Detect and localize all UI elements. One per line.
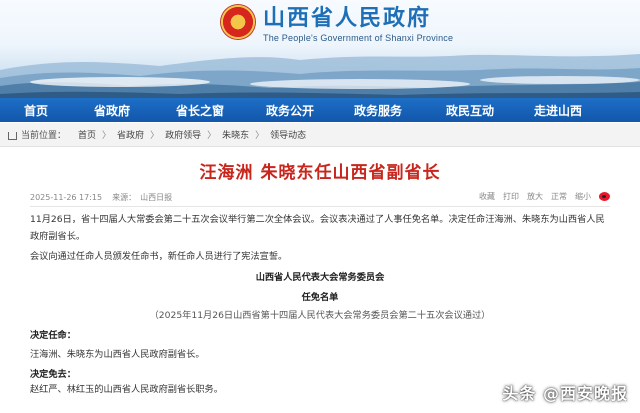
breadcrumb: 当前位置： 首页 〉 省政府 〉 政府领导 〉 朱晓东 〉 领导动态	[0, 123, 640, 147]
article-title: 汪海洲 朱晓东任山西省副省长	[199, 163, 441, 183]
print-button[interactable]: 打印	[503, 191, 519, 202]
list-heading: 任免名单	[301, 292, 339, 303]
site-title: 山西省人民政府	[263, 5, 432, 31]
zoom-in-button[interactable]: 放大	[527, 191, 543, 202]
nav-item-home[interactable]: 首页	[24, 102, 48, 119]
article-paragraph-1: 11月26日，省十四届人大常委会第二十五次会议举行第二次全体会议。会议表决通过了…	[30, 214, 605, 242]
article-meta: 2025-11-26 17:15 来源： 山西日报 收藏 打印 放大 正常 缩小	[30, 189, 610, 205]
breadcrumb-person[interactable]: 朱晓东	[222, 128, 249, 141]
chevron-right-icon: 〉	[255, 131, 265, 141]
nav-item-interaction[interactable]: 政民互动	[446, 102, 494, 119]
chevron-right-icon: 〉	[150, 131, 160, 141]
nav-item-public-affairs[interactable]: 政务公开	[266, 102, 314, 119]
normal-size-button[interactable]: 正常	[551, 191, 567, 202]
issuing-organization: 山西省人民代表大会常务委员会	[255, 272, 385, 283]
chevron-right-icon: 〉	[207, 131, 217, 141]
breadcrumb-home[interactable]: 首页	[78, 128, 96, 141]
source-label: 来源：	[112, 192, 137, 202]
site-subtitle: The People's Government of Shanxi Provin…	[263, 33, 454, 43]
nav-item-governor[interactable]: 省长之窗	[176, 102, 224, 119]
zoom-out-button[interactable]: 缩小	[575, 191, 591, 202]
passed-note: （2025年11月26日山西省第十四届人民代表大会常务委员会第二十五次会议通过）	[149, 310, 491, 321]
nav-item-government[interactable]: 省政府	[94, 102, 130, 119]
breadcrumb-government[interactable]: 省政府	[117, 128, 144, 141]
breadcrumb-news[interactable]: 领导动态	[270, 128, 306, 141]
nav-item-services[interactable]: 政务服务	[354, 102, 402, 119]
breadcrumb-leaders[interactable]: 政府领导	[165, 128, 201, 141]
source-name: 山西日报	[140, 192, 173, 202]
header-banner: 山西省人民政府 The People's Government of Shanx…	[0, 0, 640, 98]
breadcrumb-prefix: 当前位置：	[21, 131, 67, 141]
appoint-label: 决定任命：	[30, 330, 76, 341]
national-emblem-icon	[221, 5, 255, 39]
watermark: 头条 @西安晚报	[502, 384, 628, 403]
favorite-button[interactable]: 收藏	[479, 191, 495, 202]
article-paragraph-2: 会议向通过任命人员颁发任命书，新任命人员进行了宪法宣誓。	[30, 251, 288, 262]
nav-item-about-shanxi[interactable]: 走进山西	[534, 102, 582, 119]
appoint-text: 汪海洲、朱晓东为山西省人民政府副省长。	[30, 349, 205, 360]
home-icon	[8, 131, 17, 140]
weibo-share-icon[interactable]	[599, 192, 610, 201]
dismiss-label: 决定免去：	[30, 369, 76, 380]
main-nav: 首页 省政府 省长之窗 政务公开 政务服务 政民互动 走进山西	[0, 98, 640, 122]
article-tools: 收藏 打印 放大 正常 缩小	[471, 191, 610, 202]
divider	[30, 206, 610, 207]
site-logo[interactable]: 山西省人民政府 The People's Government of Shanx…	[221, 5, 453, 43]
publish-date: 2025-11-26 17:15	[30, 192, 103, 202]
chevron-right-icon: 〉	[102, 131, 112, 141]
